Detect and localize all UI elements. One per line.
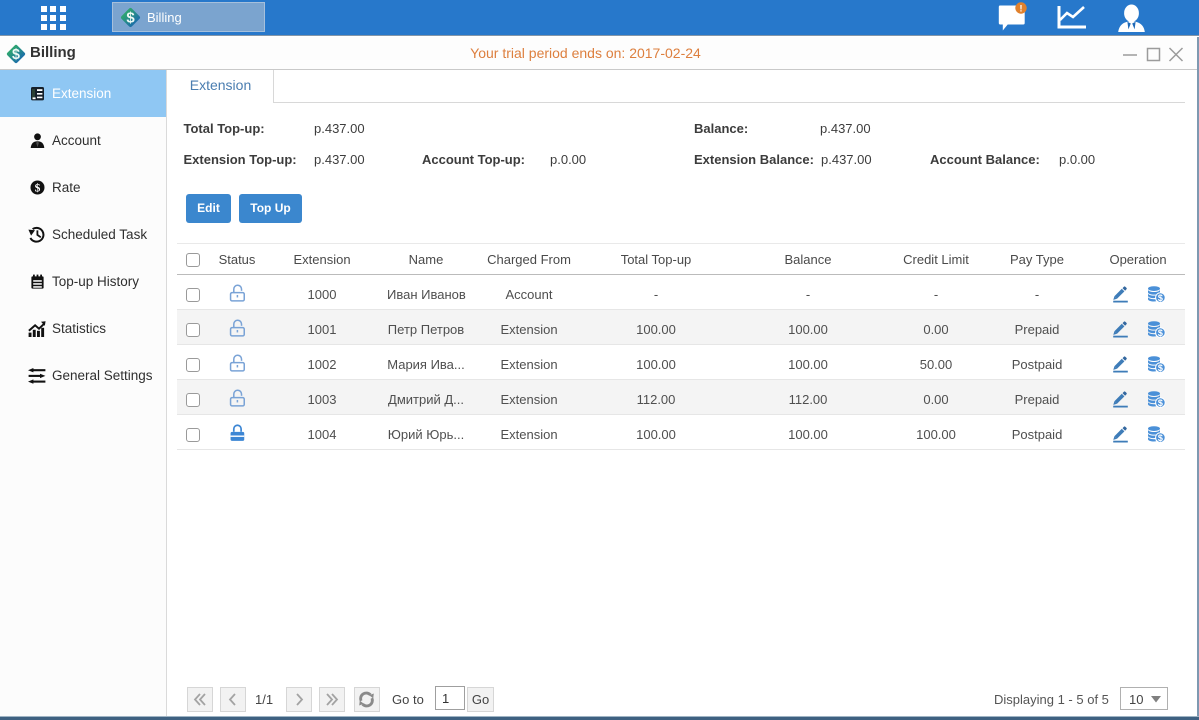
svg-text:$: $	[126, 10, 135, 27]
svg-text:$: $	[1158, 293, 1163, 303]
svg-text:!: !	[1020, 3, 1023, 13]
svg-text:$: $	[35, 182, 41, 195]
svg-text:$: $	[1158, 363, 1163, 373]
svg-text:$: $	[1158, 433, 1163, 443]
svg-text:$: $	[1158, 328, 1163, 338]
svg-text:$: $	[1158, 398, 1163, 408]
